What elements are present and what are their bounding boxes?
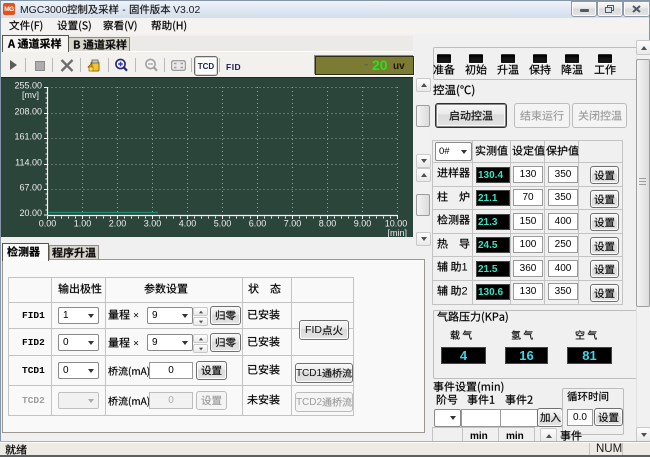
svg-text:1.00: 1.00 (74, 219, 92, 229)
svg-text:20.00: 20.00 (19, 208, 42, 218)
svg-text:6.00: 6.00 (249, 219, 267, 229)
svg-text:3.00: 3.00 (144, 219, 162, 229)
svg-text:114.00: 114.00 (15, 158, 42, 168)
svg-text:4.00: 4.00 (179, 219, 197, 229)
svg-text:208.00: 208.00 (14, 107, 42, 117)
svg-text:161.00: 161.00 (14, 132, 42, 142)
svg-text:8.00: 8.00 (319, 219, 337, 229)
svg-text:10.00: 10.00 (385, 219, 408, 229)
svg-text:0.00: 0.00 (39, 219, 57, 229)
svg-text:67.00: 67.00 (19, 183, 42, 193)
svg-text:2.00: 2.00 (109, 219, 127, 229)
svg-text:5.00: 5.00 (214, 219, 232, 229)
svg-text:9.00: 9.00 (354, 219, 372, 229)
svg-text:[mv]: [mv] (22, 90, 39, 100)
svg-text:[min]: [min] (387, 228, 407, 237)
svg-text:7.00: 7.00 (284, 219, 302, 229)
svg-text:255.00: 255.00 (14, 81, 42, 91)
